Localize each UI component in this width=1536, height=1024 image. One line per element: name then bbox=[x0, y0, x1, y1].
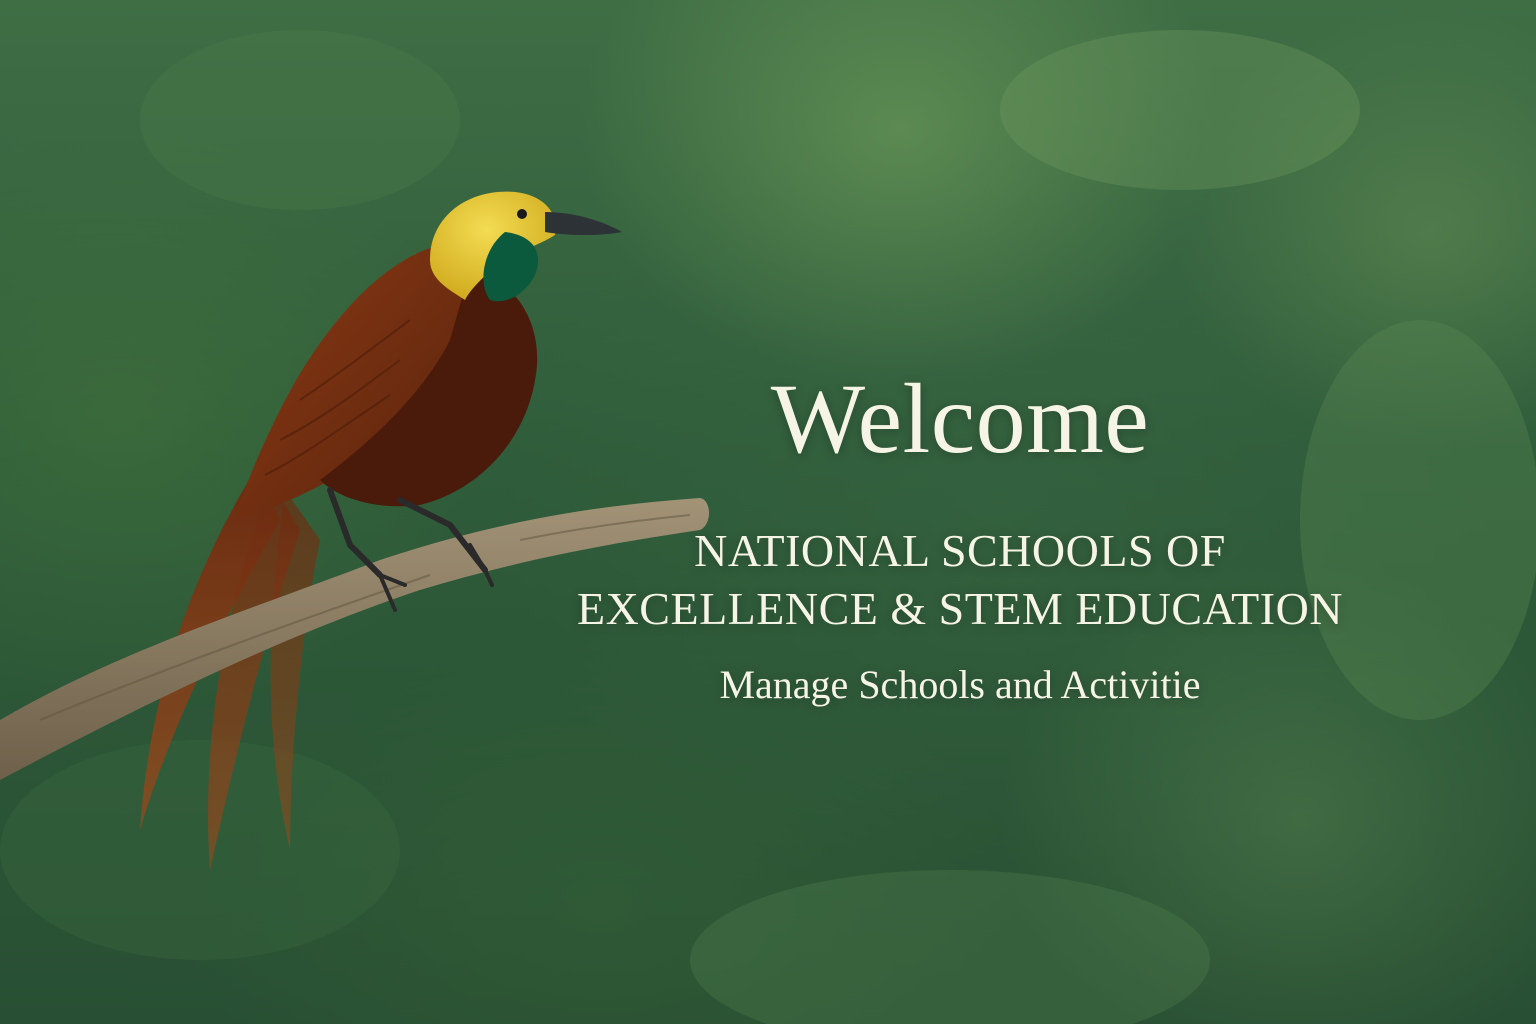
tagline: Manage Schools and Activitie bbox=[719, 662, 1201, 707]
org-name-line-2: EXCELLENCE & STEM EDUCATION bbox=[576, 583, 1344, 634]
hero-text: Welcome NATIONAL SCHOOLS OF EXCELLENCE &… bbox=[480, 360, 1440, 710]
welcome-screen: Welcome NATIONAL SCHOOLS OF EXCELLENCE &… bbox=[0, 0, 1536, 1024]
welcome-heading: Welcome bbox=[770, 363, 1150, 474]
org-name-line-1: NATIONAL SCHOOLS OF bbox=[694, 525, 1226, 576]
